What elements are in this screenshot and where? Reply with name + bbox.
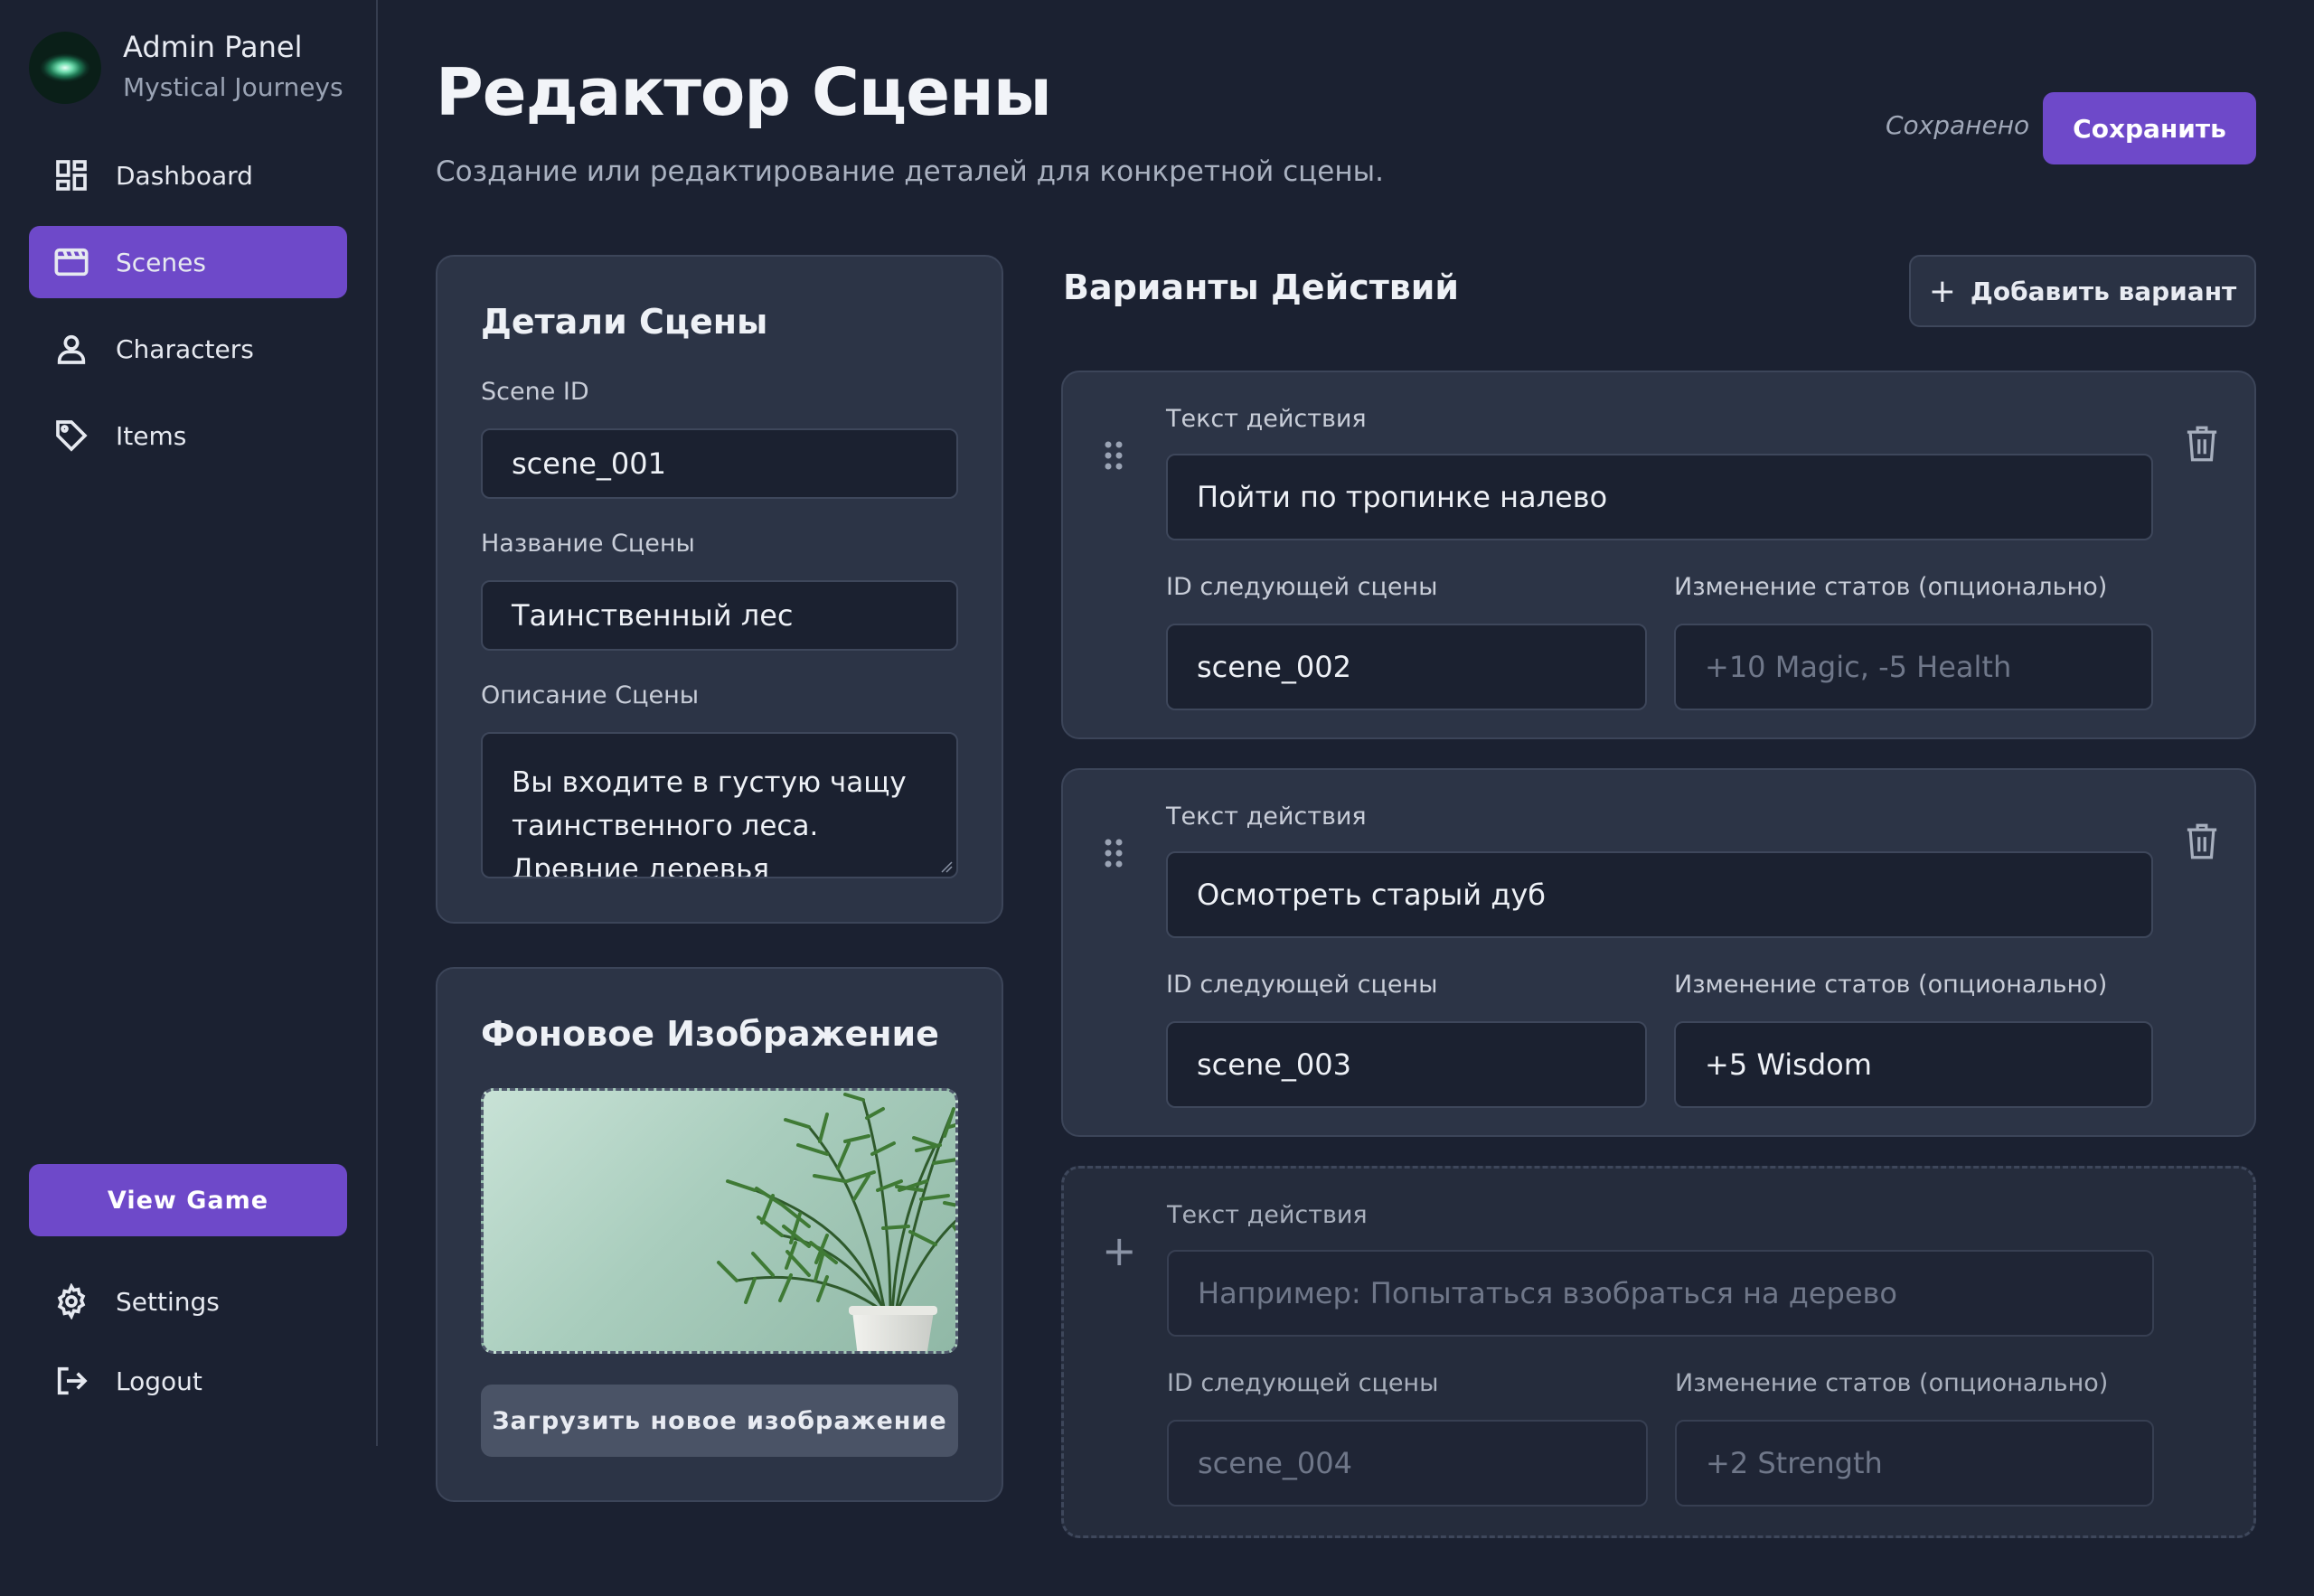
action-text-label: Текст действия (1166, 405, 1367, 433)
new-next-scene-input[interactable]: scene_004 (1167, 1420, 1648, 1507)
sidebar-item-logout[interactable]: Logout (29, 1345, 347, 1417)
background-image-card: Фоновое Изображение Загрузить новое изоб… (436, 967, 1003, 1502)
plus-icon: + (1928, 272, 1956, 310)
scene-id-input[interactable]: scene_001 (481, 428, 958, 499)
clapperboard-icon (52, 243, 90, 281)
action-text-input[interactable]: Пойти по тропинке налево (1166, 454, 2153, 540)
sidebar: Admin Panel Mystical Journeys Dashboard … (0, 0, 378, 1446)
stats-change-label: Изменение статов (опционально) (1674, 971, 2108, 999)
stats-change-input[interactable]: +10 Magic, -5 Health (1674, 624, 2153, 710)
sidebar-item-characters[interactable]: Characters (29, 313, 347, 385)
action-card: Текст действия Осмотреть старый дуб ID с… (1061, 768, 2256, 1137)
save-status: Сохранено (1886, 110, 2030, 140)
logout-icon (52, 1362, 90, 1400)
next-scene-input[interactable]: scene_003 (1166, 1021, 1647, 1108)
brand-title: Admin Panel (123, 30, 303, 64)
action-text-label: Текст действия (1167, 1201, 1368, 1229)
upload-image-button[interactable]: Загрузить новое изображение (481, 1385, 958, 1457)
sidebar-item-label: Scenes (116, 247, 206, 277)
resize-grip-icon[interactable] (938, 859, 953, 873)
drag-handle-icon[interactable] (1103, 837, 1124, 869)
trash-icon[interactable] (2184, 425, 2220, 463)
plus-icon[interactable]: + (1102, 1226, 1137, 1275)
drag-handle-icon[interactable] (1103, 439, 1124, 472)
scene-name-label: Название Сцены (481, 530, 695, 558)
sidebar-item-dashboard[interactable]: Dashboard (29, 139, 347, 211)
new-action-card[interactable]: + Текст действия Например: Попытаться вз… (1061, 1166, 2256, 1538)
page-title: Редактор Сцены (436, 54, 1052, 130)
sidebar-item-label: Characters (116, 333, 254, 364)
trash-icon[interactable] (2184, 822, 2220, 860)
next-scene-label: ID следующей сцены (1166, 971, 1438, 999)
gear-icon (52, 1282, 90, 1320)
add-variant-label: Добавить вариант (1970, 276, 2237, 306)
dashboard-icon (52, 156, 90, 194)
stats-change-label: Изменение статов (опционально) (1674, 573, 2108, 601)
next-scene-label: ID следующей сцены (1166, 573, 1438, 601)
scene-details-title: Детали Сцены (481, 302, 768, 342)
sidebar-item-label: Dashboard (116, 160, 253, 191)
page-subtitle: Создание или редактирование деталей для … (436, 155, 1384, 188)
next-scene-input[interactable]: scene_002 (1166, 624, 1647, 710)
action-card: Текст действия Пойти по тропинке налево … (1061, 371, 2256, 739)
sidebar-nav: Dashboard Scenes Characters Items (29, 139, 347, 486)
new-action-text-input[interactable]: Например: Попытаться взобраться на дерев… (1167, 1250, 2154, 1337)
user-icon (52, 330, 90, 368)
plant-image (717, 1093, 955, 1351)
scene-name-input[interactable]: Таинственный лес (481, 580, 958, 651)
action-text-input[interactable]: Осмотреть старый дуб (1166, 851, 2153, 938)
tag-icon (52, 417, 90, 455)
next-scene-label: ID следующей сцены (1167, 1369, 1439, 1397)
stats-change-label: Изменение статов (опционально) (1675, 1369, 2109, 1397)
scene-description-label: Описание Сцены (481, 681, 700, 709)
save-button[interactable]: Сохранить (2043, 92, 2256, 164)
sidebar-item-settings[interactable]: Settings (29, 1265, 347, 1338)
sidebar-item-label: Logout (116, 1366, 202, 1396)
scene-description-textarea[interactable]: Вы входите в густую чащу таинственного л… (481, 732, 958, 878)
sidebar-item-scenes[interactable]: Scenes (29, 226, 347, 298)
sidebar-bottom-nav: Settings Logout (29, 1265, 347, 1424)
background-image-title: Фоновое Изображение (481, 1014, 939, 1054)
scene-details-card: Детали Сцены Scene ID scene_001 Название… (436, 255, 1003, 924)
sidebar-item-label: Items (116, 420, 187, 451)
sidebar-item-label: Settings (116, 1286, 220, 1317)
scene-id-label: Scene ID (481, 378, 589, 406)
add-variant-button[interactable]: + Добавить вариант (1909, 255, 2256, 327)
action-text-label: Текст действия (1166, 803, 1367, 831)
sidebar-item-items[interactable]: Items (29, 399, 347, 472)
view-game-button[interactable]: View Game (29, 1164, 347, 1236)
scene-description-text: Вы входите в густую чащу таинственного л… (512, 766, 907, 878)
brand-subtitle: Mystical Journeys (123, 72, 343, 102)
background-image-preview[interactable] (481, 1088, 958, 1354)
stats-change-input[interactable]: +5 Wisdom (1674, 1021, 2153, 1108)
new-stats-change-input[interactable]: +2 Strength (1675, 1420, 2154, 1507)
brand-logo (29, 32, 101, 104)
actions-title: Варианты Действий (1063, 268, 1460, 307)
brand: Admin Panel Mystical Journeys (29, 27, 343, 108)
